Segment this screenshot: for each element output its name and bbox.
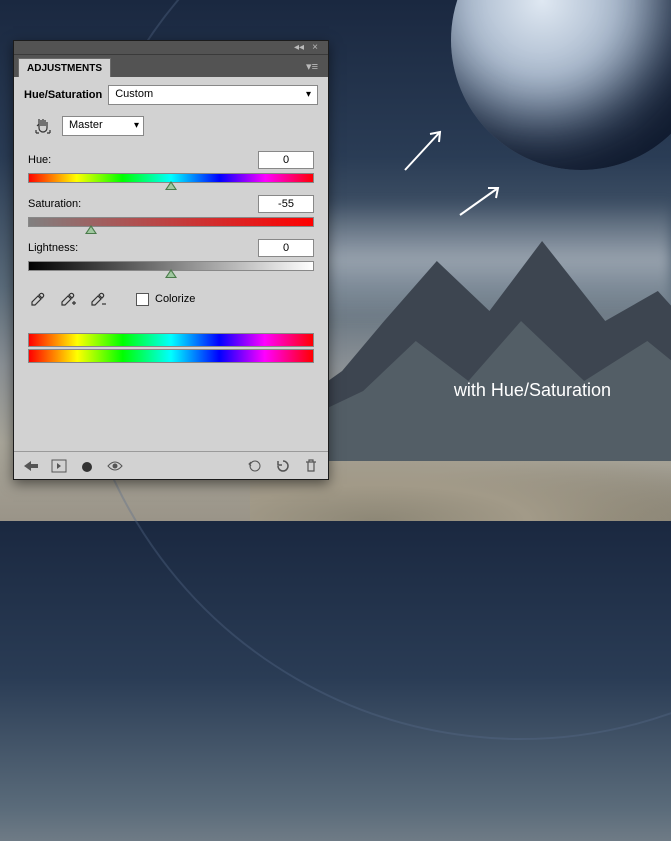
targeted-adjust-tool-icon[interactable] [32,115,54,137]
tab-adjustments[interactable]: ADJUSTMENTS [18,58,111,78]
lightness-value-input[interactable]: 0 [258,239,314,257]
back-arrow-icon[interactable] [22,457,40,475]
annotation-arrow-1 [395,120,455,180]
close-icon[interactable]: × [310,43,320,53]
adjustment-title: Hue/Saturation [24,89,102,101]
panel-tabs: ADJUSTMENTS ▾≡ [14,55,328,77]
expand-view-icon[interactable] [50,457,68,475]
channel-value: Master [69,119,103,131]
panel-topbar: ◂◂ × [14,41,328,55]
mountains-decor [300,201,671,461]
colorize-checkbox[interactable] [136,293,149,306]
previous-state-icon[interactable] [246,457,264,475]
visibility-icon[interactable] [106,457,124,475]
trash-icon[interactable] [302,457,320,475]
clip-to-layer-icon[interactable] [78,457,96,475]
hue-thumb[interactable] [165,181,177,190]
channel-select[interactable]: Master [62,116,144,136]
panel-footer [14,451,328,479]
annotation-arrow-2 [450,170,510,230]
preset-select[interactable]: Custom [108,85,318,105]
hue-label: Hue: [28,154,51,166]
reset-icon[interactable] [274,457,292,475]
saturation-value-input[interactable]: -55 [258,195,314,213]
hue-slider[interactable] [28,173,314,183]
saturation-label: Saturation: [28,198,81,210]
hue-strip-top [28,333,314,347]
saturation-thumb[interactable] [85,225,97,234]
colorize-label: Colorize [155,293,195,305]
planet-large [451,0,671,170]
lightness-thumb[interactable] [165,269,177,278]
eyedropper-subtract-icon[interactable] [88,289,108,309]
saturation-slider[interactable] [28,217,314,227]
annotation-caption: with Hue/Saturation [454,380,611,401]
hue-value-input[interactable]: 0 [258,151,314,169]
panel-menu-icon[interactable]: ▾≡ [302,56,322,77]
lightness-label: Lightness: [28,242,78,254]
eyedropper-add-icon[interactable] [58,289,78,309]
eyedropper-icon[interactable] [28,289,48,309]
panel-body: Hue/Saturation Custom Master Hue: 0 [14,77,328,451]
preset-value: Custom [115,88,153,100]
collapse-icon[interactable]: ◂◂ [294,43,304,53]
lightness-slider[interactable] [28,261,314,271]
hue-strip-bottom [28,349,314,363]
adjustments-panel: ◂◂ × ADJUSTMENTS ▾≡ Hue/Saturation Custo… [13,40,329,480]
